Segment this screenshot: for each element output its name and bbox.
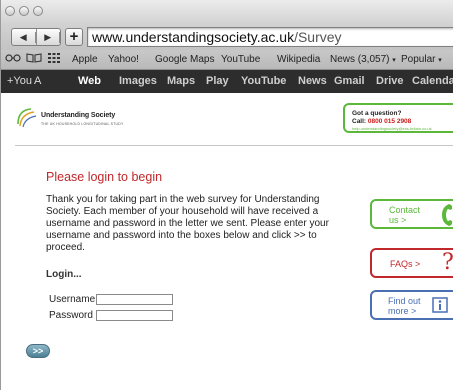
google-bar-images[interactable]: Images — [119, 75, 157, 87]
help-phone-number: 0800 015 2908 — [367, 118, 412, 125]
title-bar — [1, 0, 453, 24]
question-mark-icon: ? — [442, 250, 453, 275]
faqs-label: FAQs > — [390, 259, 421, 269]
google-bar-account[interactable]: A — [34, 75, 41, 87]
contact-us-line2: us > — [389, 215, 407, 225]
toolbar: ◀ ▶ + www.understandingsociety.ac.uk/Sur… — [1, 24, 453, 50]
username-label: Username — [49, 294, 96, 305]
bookmark-yahoo[interactable]: Yahoo! — [108, 54, 139, 65]
google-bar-gmail[interactable]: Gmail — [334, 75, 365, 87]
bookmarks-bar: Apple Yahoo! Google Maps YouTube Wikiped… — [1, 50, 453, 70]
help-phone-line: Call: 0800 015 2908 — [352, 118, 411, 125]
find-out-line2: more > — [388, 306, 417, 316]
password-label: Password — [49, 310, 93, 321]
url-text: www.understandingsociety.ac.uk/Survey — [92, 29, 342, 45]
find-out-line1: Find out — [388, 296, 421, 306]
plus-icon: + — [69, 28, 79, 45]
help-title: Got a question? — [352, 110, 402, 117]
forward-button[interactable]: ▶ — [37, 29, 60, 45]
info-icon — [432, 297, 448, 313]
login-heading: Login... — [46, 269, 82, 280]
add-bookmark-button[interactable]: + — [65, 28, 83, 46]
google-bar-plus-you[interactable]: +You — [7, 75, 32, 87]
browser-window: ◀ ▶ + www.understandingsociety.ac.uk/Sur… — [0, 0, 453, 390]
dropdown-arrow-icon: ▾ — [392, 57, 396, 64]
address-bar[interactable]: www.understandingsociety.ac.uk/Survey — [87, 27, 453, 47]
find-out-more-button[interactable]: Find out more > — [370, 290, 453, 320]
minimize-window-button[interactable] — [19, 6, 29, 16]
help-call-label: Call: — [352, 118, 367, 125]
bookmark-google-maps[interactable]: Google Maps — [155, 54, 214, 65]
reader-icon[interactable] — [5, 53, 21, 66]
google-bar-calendar[interactable]: Calendar — [412, 75, 453, 87]
google-bar-play[interactable]: Play — [206, 75, 229, 87]
open-book-icon[interactable] — [26, 53, 42, 66]
faqs-button[interactable]: FAQs > ? — [370, 248, 453, 278]
back-button[interactable]: ◀ — [12, 29, 37, 45]
help-email[interactable]: help.understandingsociety@ess-britain.co… — [352, 126, 432, 131]
password-input[interactable] — [96, 310, 173, 321]
dropdown-arrow-icon: ▾ — [438, 57, 442, 64]
google-bar: +You A Web Images Maps Play YouTube News… — [1, 70, 453, 93]
proceed-button[interactable]: >> — [26, 344, 50, 358]
back-forward-buttons: ◀ ▶ — [11, 28, 61, 46]
web-page: Understanding Society THE UK HOUSEHOLD L… — [1, 93, 453, 390]
google-bar-web[interactable]: Web — [78, 75, 101, 87]
zoom-window-button[interactable] — [33, 6, 43, 16]
url-path: /Survey — [294, 29, 342, 45]
logo-name: Understanding Society — [41, 112, 116, 119]
contact-us-button[interactable]: Contact us > — [370, 199, 453, 229]
logo-swirl-icon — [17, 108, 37, 128]
bookmark-youtube[interactable]: YouTube — [221, 54, 260, 65]
bookmark-popular[interactable]: Popular ▾ — [401, 54, 442, 65]
bookmark-apple[interactable]: Apple — [72, 54, 98, 65]
bookmark-news[interactable]: News (3,057) ▾ — [330, 54, 396, 65]
header-divider — [15, 145, 453, 146]
bookmark-popular-label: Popular — [401, 54, 436, 65]
close-window-button[interactable] — [5, 6, 15, 16]
logo-tagline: THE UK HOUSEHOLD LONGITUDINAL STUDY — [41, 122, 124, 126]
forward-arrow-icon: ▶ — [37, 31, 60, 43]
help-contact-box: Got a question? Call: 0800 015 2908 help… — [343, 103, 453, 133]
phone-icon — [442, 204, 453, 226]
bookmark-news-label: News (3,057) — [330, 54, 390, 65]
back-arrow-icon: ◀ — [12, 31, 36, 43]
page-title: Please login to begin — [46, 170, 163, 184]
google-bar-youtube[interactable]: YouTube — [241, 75, 286, 87]
intro-text: Thank you for taking part in the web sur… — [46, 194, 329, 253]
google-bar-drive[interactable]: Drive — [376, 75, 404, 87]
google-bar-maps[interactable]: Maps — [167, 75, 195, 87]
bookmark-wikipedia[interactable]: Wikipedia — [277, 54, 320, 65]
username-input[interactable] — [96, 294, 173, 305]
url-domain: www.understandingsociety.ac.uk — [92, 29, 295, 45]
contact-us-line1: Contact — [389, 205, 421, 215]
grid-icon[interactable] — [48, 53, 60, 66]
google-bar-news[interactable]: News — [298, 75, 327, 87]
